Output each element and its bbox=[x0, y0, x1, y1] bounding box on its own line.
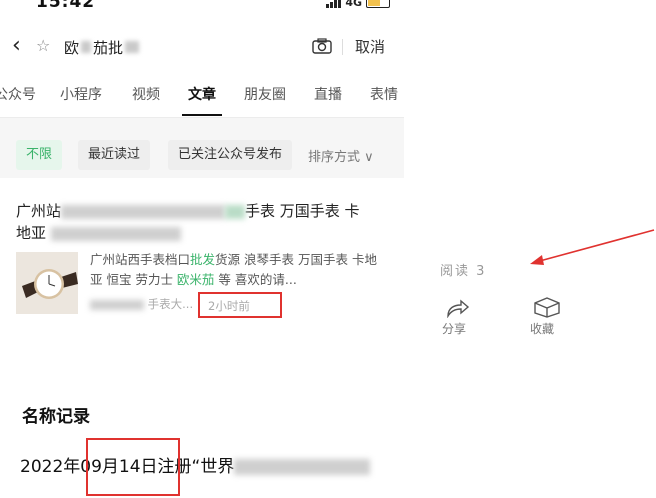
query-text-mid: 茄批 bbox=[93, 38, 124, 57]
watch-thumbnail bbox=[16, 252, 78, 314]
redacted-text bbox=[225, 204, 246, 219]
article-title: 广州站 手表 万国手表 卡 地亚 bbox=[16, 200, 386, 244]
tab-moments[interactable]: 朋友圈 bbox=[244, 84, 286, 104]
signal-icon bbox=[326, 0, 342, 8]
tab-videos[interactable]: 视频 bbox=[132, 84, 160, 104]
chevron-down-icon: ∨ bbox=[364, 150, 374, 165]
filter-any[interactable]: 不限 bbox=[16, 140, 63, 170]
record-year: 2022年 bbox=[20, 457, 81, 477]
share-button[interactable]: 分享 bbox=[442, 320, 466, 337]
redacted-text bbox=[125, 41, 140, 53]
annotation-arrow bbox=[530, 229, 655, 265]
filter-recently-read[interactable]: 最近读过 bbox=[78, 140, 151, 170]
back-icon[interactable]: ‹ bbox=[12, 35, 32, 57]
snippet-highlight: 欧米茄 bbox=[176, 272, 215, 287]
tab-stickers[interactable]: 表情 bbox=[370, 84, 398, 104]
wechat-search-screen: 15:42 4G ‹ ☆ 欧 茄批 取消 公众号 小程序 视频 文章 朋友圈 直… bbox=[0, 0, 404, 332]
search-input[interactable]: 欧 茄批 bbox=[64, 36, 141, 58]
status-time: 15:42 bbox=[36, 0, 96, 12]
redacted-text bbox=[50, 226, 181, 241]
cube-favorite-icon[interactable] bbox=[532, 296, 562, 318]
cancel-button[interactable]: 取消 bbox=[355, 36, 385, 58]
article-snippet: 广州站西手表档口批发货源 浪琴手表 万国手表 卡地亚 恒宝 劳力士 欧米茄 等 … bbox=[90, 250, 386, 290]
article-source: 手表大... bbox=[90, 296, 193, 312]
source-name: 手表大... bbox=[147, 297, 194, 311]
redacted-text bbox=[81, 41, 92, 53]
tab-mini-programs[interactable]: 小程序 bbox=[60, 84, 102, 104]
watch-image bbox=[16, 252, 78, 314]
highlight-box bbox=[86, 438, 180, 496]
title-text: 手表 万国手表 卡 bbox=[245, 202, 360, 220]
camera-icon[interactable] bbox=[312, 38, 332, 54]
redacted-text bbox=[90, 299, 144, 310]
network-type: 4G bbox=[345, 0, 362, 9]
tab-official-accounts[interactable]: 公众号 bbox=[0, 84, 36, 104]
tab-articles[interactable]: 文章 bbox=[188, 84, 216, 104]
filter-followed-accounts[interactable]: 已关注公众号发布 bbox=[168, 140, 293, 170]
read-count: 阅读 3 bbox=[440, 264, 487, 279]
article-result[interactable]: 广州站 手表 万国手表 卡 地亚 广州站西手表档口批发货源 浪琴手表 万国手表 卡… bbox=[0, 178, 404, 332]
divider bbox=[342, 39, 343, 55]
sort-label: 排序方式 bbox=[308, 150, 361, 165]
query-text-start: 欧 bbox=[64, 38, 80, 57]
share-icon[interactable] bbox=[444, 298, 470, 318]
favorite-button[interactable]: 收藏 bbox=[530, 320, 554, 337]
search-bar: ‹ ☆ 欧 茄批 取消 bbox=[0, 28, 404, 66]
active-tab-indicator bbox=[182, 114, 222, 116]
section-title: 名称记录 bbox=[22, 407, 90, 427]
star-icon[interactable]: ☆ bbox=[36, 37, 50, 55]
snippet-text: 等 喜欢的请... bbox=[214, 272, 297, 287]
battery-icon bbox=[366, 0, 390, 8]
title-text: 地亚 bbox=[16, 224, 47, 242]
tab-live[interactable]: 直播 bbox=[314, 84, 342, 104]
title-text: 广州站 bbox=[16, 202, 62, 220]
snippet-text: 广州站西手表档口 bbox=[90, 252, 191, 267]
redacted-text bbox=[234, 459, 371, 475]
status-indicators: 4G bbox=[326, 0, 390, 9]
redacted-text bbox=[61, 204, 226, 219]
filter-bar: 不限 最近读过 已关注公众号发布 排序方式 ∨ bbox=[0, 118, 404, 178]
sort-dropdown[interactable]: 排序方式 ∨ bbox=[308, 146, 374, 165]
status-bar: 15:42 4G bbox=[0, 0, 404, 16]
search-tabs: 公众号 小程序 视频 文章 朋友圈 直播 表情 bbox=[0, 76, 404, 116]
snippet-highlight: 批发 bbox=[190, 252, 216, 267]
article-time: 2小时前 bbox=[208, 299, 250, 313]
name-record-entry: 2022年09月14日注册“世界 bbox=[20, 452, 371, 477]
